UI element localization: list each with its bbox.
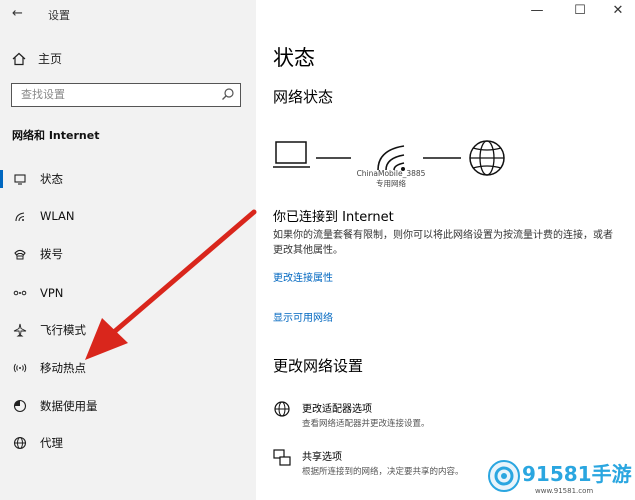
watermark-brand: 91581手游 bbox=[522, 462, 632, 486]
sidebar-item-dialup[interactable]: 拨号 bbox=[12, 244, 63, 264]
option-change-adapter[interactable]: 更改适配器选项 查看网络适配器并更改连接设置。 bbox=[273, 400, 430, 429]
home-label: 主页 bbox=[38, 52, 63, 66]
network-status-heading: 网络状态 bbox=[273, 88, 334, 106]
category-heading: 网络和 Internet bbox=[12, 129, 100, 142]
adapter-icon bbox=[273, 400, 293, 429]
airplane-icon bbox=[12, 322, 28, 338]
close-button[interactable]: ✕ bbox=[603, 3, 633, 18]
network-type: 专用网络 bbox=[376, 178, 406, 188]
laptop-icon bbox=[273, 141, 310, 168]
sidebar-item-hotspot[interactable]: 移动热点 bbox=[12, 358, 86, 378]
page-title: 状态 bbox=[273, 46, 315, 70]
minimize-button[interactable]: — bbox=[522, 3, 552, 18]
search-input[interactable] bbox=[19, 87, 223, 102]
data-usage-icon bbox=[12, 398, 28, 414]
window-title: 设置 bbox=[48, 9, 70, 22]
sharing-icon bbox=[273, 448, 293, 477]
option-sharing[interactable]: 共享选项 根据所连接到的网络，决定要共享的内容。 bbox=[273, 448, 464, 477]
sidebar-item-label: 状态 bbox=[40, 172, 63, 186]
watermark: 91581手游 www.91581.com bbox=[487, 456, 635, 500]
sidebar: ← 设置 主页 网络和 Internet 状态 WLAN 拨号 VPN 飞行模式… bbox=[0, 0, 256, 500]
hotspot-icon bbox=[12, 360, 28, 376]
wifi-icon bbox=[12, 208, 28, 224]
active-indicator bbox=[0, 170, 3, 188]
sidebar-item-label: 飞行模式 bbox=[40, 323, 86, 337]
option-subtitle: 根据所连接到的网络，决定要共享的内容。 bbox=[302, 467, 464, 477]
maximize-button[interactable]: ☐ bbox=[565, 3, 595, 18]
option-title: 共享选项 bbox=[302, 452, 342, 463]
sidebar-item-label: 数据使用量 bbox=[40, 399, 98, 413]
sidebar-item-vpn[interactable]: VPN bbox=[12, 283, 63, 303]
change-network-settings-heading: 更改网络设置 bbox=[273, 357, 364, 375]
watermark-logo bbox=[488, 460, 520, 492]
sidebar-item-data-usage[interactable]: 数据使用量 bbox=[12, 396, 98, 416]
change-connection-properties-link[interactable]: 更改连接属性 bbox=[273, 269, 333, 284]
main-panel: — ☐ ✕ 状态 网络状态 ChinaMobile_3885 专用网络 你已连接… bbox=[256, 0, 635, 500]
search-box[interactable] bbox=[11, 83, 241, 107]
dialup-icon bbox=[12, 246, 28, 262]
sidebar-item-wlan[interactable]: WLAN bbox=[12, 206, 75, 226]
connection-description: 如果你的流量套餐有限制，则你可以将此网络设置为按流量计费的连接，或者更改其他属性… bbox=[273, 230, 613, 256]
sidebar-item-label: 移动热点 bbox=[40, 361, 86, 375]
sidebar-item-label: 拨号 bbox=[40, 247, 63, 261]
status-icon bbox=[12, 171, 28, 187]
connection-status: 你已连接到 Internet bbox=[273, 210, 394, 225]
option-subtitle: 查看网络适配器并更改连接设置。 bbox=[302, 419, 430, 429]
back-arrow-icon[interactable]: ← bbox=[12, 6, 23, 21]
sidebar-item-label: 代理 bbox=[40, 436, 63, 450]
search-icon[interactable] bbox=[221, 87, 235, 101]
sidebar-item-proxy[interactable]: 代理 bbox=[12, 433, 63, 453]
internet-globe-icon bbox=[469, 140, 505, 176]
network-name: ChinaMobile_3885 bbox=[356, 169, 426, 178]
sidebar-item-label: WLAN bbox=[40, 209, 75, 223]
option-title: 更改适配器选项 bbox=[302, 404, 372, 415]
network-label: ChinaMobile_3885 专用网络 bbox=[351, 169, 431, 189]
home-icon bbox=[12, 52, 26, 65]
wifi-signal-icon bbox=[377, 145, 405, 171]
globe-icon bbox=[12, 435, 28, 451]
sidebar-item-airplane[interactable]: 飞行模式 bbox=[12, 320, 86, 340]
vpn-icon bbox=[12, 285, 28, 301]
sidebar-item-status[interactable]: 状态 bbox=[12, 169, 63, 189]
watermark-url: www.91581.com bbox=[535, 487, 594, 495]
show-available-networks-link[interactable]: 显示可用网络 bbox=[273, 309, 333, 324]
home-nav-item[interactable]: 主页 bbox=[12, 50, 62, 67]
sidebar-item-label: VPN bbox=[40, 286, 64, 300]
